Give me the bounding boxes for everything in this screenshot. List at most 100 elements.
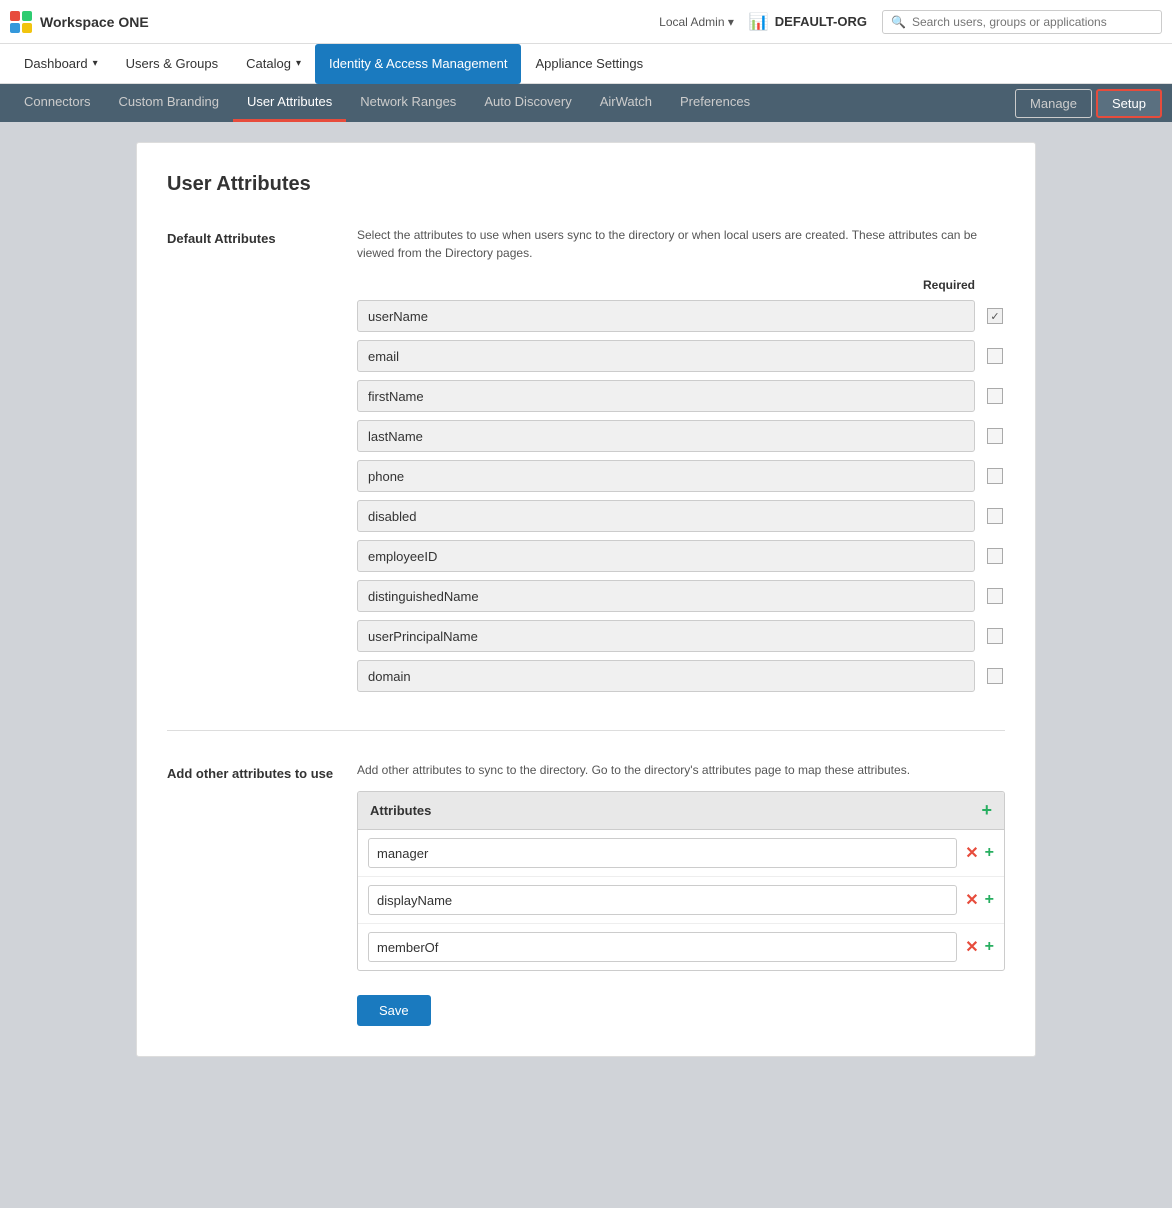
add-other-attributes-section: Add other attributes to use Add other at… <box>167 761 1005 1026</box>
nav2-airwatch[interactable]: AirWatch <box>586 84 666 122</box>
checkbox-userprincipalname[interactable] <box>985 626 1005 646</box>
checkbox-lastname-box[interactable] <box>987 428 1003 444</box>
custom-attr-row-memberof: ✕ + <box>358 924 1004 970</box>
required-header: Required <box>357 278 1005 292</box>
attr-row-firstname <box>357 380 1005 412</box>
default-attributes-content: Select the attributes to use when users … <box>357 226 1005 700</box>
attr-row-distinguishedname <box>357 580 1005 612</box>
nav-appliance-settings[interactable]: Appliance Settings <box>521 44 657 84</box>
delete-memberof-button[interactable]: ✕ <box>965 937 978 957</box>
checkbox-userprincipalname-box[interactable] <box>987 628 1003 644</box>
attr-row-userprincipalname <box>357 620 1005 652</box>
add-section-desc: Add other attributes to sync to the dire… <box>357 761 1005 779</box>
app-name: Workspace ONE <box>40 14 149 30</box>
search-input[interactable] <box>912 15 1153 29</box>
checkbox-firstname[interactable] <box>985 386 1005 406</box>
attr-row-disabled <box>357 500 1005 532</box>
top-right: Local Admin 📊 DEFAULT-ORG 🔍 <box>659 10 1162 34</box>
attr-input-lastname <box>357 420 975 452</box>
attr-input-userprincipalname <box>357 620 975 652</box>
manager-row-actions: ✕ + <box>965 843 994 863</box>
checkbox-employeeid-box[interactable] <box>987 548 1003 564</box>
search-bar: 🔍 <box>882 10 1162 34</box>
checkbox-disabled-box[interactable] <box>987 508 1003 524</box>
memberof-row-actions: ✕ + <box>965 937 994 957</box>
attr-row-employeeid <box>357 540 1005 572</box>
setup-button[interactable]: Setup <box>1096 89 1162 118</box>
section-divider <box>167 730 1005 731</box>
attr-input-username <box>357 300 975 332</box>
attributes-table-header: Attributes + <box>358 792 1004 830</box>
checkbox-distinguishedname[interactable] <box>985 586 1005 606</box>
nav2-custom-branding[interactable]: Custom Branding <box>104 84 232 122</box>
page-title: User Attributes <box>167 173 1005 196</box>
manage-button[interactable]: Manage <box>1015 89 1092 118</box>
delete-manager-button[interactable]: ✕ <box>965 843 978 863</box>
nav2-user-attributes[interactable]: User Attributes <box>233 84 346 122</box>
checkbox-distinguishedname-box[interactable] <box>987 588 1003 604</box>
nav2-connectors[interactable]: Connectors <box>10 84 104 122</box>
attr-input-distinguishedname <box>357 580 975 612</box>
save-button[interactable]: Save <box>357 995 431 1026</box>
attr-input-email <box>357 340 975 372</box>
attributes-table: Attributes + ✕ + ✕ + <box>357 791 1005 971</box>
add-section-content: Add other attributes to sync to the dire… <box>357 761 1005 1026</box>
nav-identity-access[interactable]: Identity & Access Management <box>315 44 521 84</box>
checkbox-email[interactable] <box>985 346 1005 366</box>
attr-row-phone <box>357 460 1005 492</box>
checkbox-email-box[interactable] <box>987 348 1003 364</box>
nav-bar2: Connectors Custom Branding User Attribut… <box>0 84 1172 122</box>
attr-row-email <box>357 340 1005 372</box>
checkbox-domain-box[interactable] <box>987 668 1003 684</box>
custom-attr-row-manager: ✕ + <box>358 830 1004 877</box>
attr-row-domain <box>357 660 1005 692</box>
logo-icon <box>10 11 32 33</box>
org-area: 📊 DEFAULT-ORG <box>749 12 867 32</box>
add-after-displayname-button[interactable]: + <box>985 891 994 909</box>
nav2-network-ranges[interactable]: Network Ranges <box>346 84 470 122</box>
attr-input-domain <box>357 660 975 692</box>
nav2-preferences[interactable]: Preferences <box>666 84 764 122</box>
checkbox-phone-box[interactable] <box>987 468 1003 484</box>
attr-row-lastname <box>357 420 1005 452</box>
checkbox-lastname[interactable] <box>985 426 1005 446</box>
default-attributes-label: Default Attributes <box>167 226 357 700</box>
nav2-right-buttons: Manage Setup <box>1015 89 1162 118</box>
org-icon: 📊 <box>749 12 769 32</box>
checkbox-disabled[interactable] <box>985 506 1005 526</box>
save-area: Save <box>357 995 1005 1026</box>
add-after-manager-button[interactable]: + <box>985 844 994 862</box>
search-icon: 🔍 <box>891 15 906 29</box>
nav2-auto-discovery[interactable]: Auto Discovery <box>470 84 585 122</box>
logo-area: Workspace ONE <box>10 11 149 33</box>
checkbox-firstname-box[interactable] <box>987 388 1003 404</box>
required-label: Required <box>923 278 975 292</box>
add-after-memberof-button[interactable]: + <box>985 938 994 956</box>
custom-attr-input-manager[interactable] <box>368 838 957 868</box>
custom-attr-row-displayname: ✕ + <box>358 877 1004 924</box>
nav-users-groups[interactable]: Users & Groups <box>112 44 232 84</box>
checkbox-username[interactable]: ✓ <box>985 306 1005 326</box>
attr-input-employeeid <box>357 540 975 572</box>
default-attributes-section: Default Attributes Select the attributes… <box>167 226 1005 700</box>
attr-input-disabled <box>357 500 975 532</box>
add-attribute-button[interactable]: + <box>981 800 992 821</box>
delete-displayname-button[interactable]: ✕ <box>965 890 978 910</box>
checkbox-phone[interactable] <box>985 466 1005 486</box>
custom-attr-input-memberof[interactable] <box>368 932 957 962</box>
main-wrapper: User Attributes Default Attributes Selec… <box>0 122 1172 1208</box>
checkbox-domain[interactable] <box>985 666 1005 686</box>
checkbox-username-box[interactable]: ✓ <box>987 308 1003 324</box>
org-name: DEFAULT-ORG <box>775 14 867 29</box>
nav-dashboard[interactable]: Dashboard ▾ <box>10 44 112 84</box>
attr-row-username: ✓ <box>357 300 1005 332</box>
checkbox-employeeid[interactable] <box>985 546 1005 566</box>
custom-attr-input-displayname[interactable] <box>368 885 957 915</box>
displayname-row-actions: ✕ + <box>965 890 994 910</box>
add-section-label: Add other attributes to use <box>167 761 357 1026</box>
nav-bar1: Dashboard ▾ Users & Groups Catalog ▾ Ide… <box>0 44 1172 84</box>
content-card: User Attributes Default Attributes Selec… <box>136 142 1036 1057</box>
attributes-table-header-label: Attributes <box>370 803 981 818</box>
admin-label[interactable]: Local Admin <box>659 15 734 29</box>
nav-catalog[interactable]: Catalog ▾ <box>232 44 315 84</box>
